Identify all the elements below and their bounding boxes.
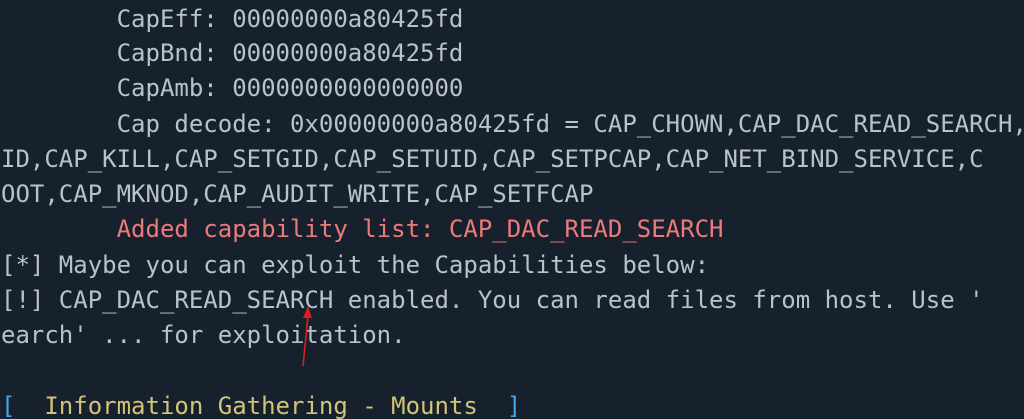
section-title: Information Gathering - Mounts <box>15 392 507 419</box>
cap-dac-enabled-line: [!] CAP_DAC_READ_SEARCH enabled. You can… <box>1 286 984 314</box>
added-capability-line: Added capability list: CAP_DAC_READ_SEAR… <box>1 215 724 243</box>
cap-decode-end-line: OOT,CAP_MKNOD,CAP_AUDIT_WRITE,CAP_SETFCA… <box>1 180 594 208</box>
section-close-bracket: ] <box>506 392 522 419</box>
cap-decode-continuation-line: ID,CAP_KILL,CAP_SETGID,CAP_SETUID,CAP_SE… <box>1 145 984 173</box>
capamb-line: CapAmb: 0000000000000000 <box>1 74 464 102</box>
capbnd-line: CapBnd: 00000000a80425fd <box>1 39 464 67</box>
terminal-window[interactable]: CapEff: 00000000a80425fd CapBnd: 0000000… <box>0 0 1024 419</box>
capeff-line: CapEff: 00000000a80425fd <box>1 5 464 33</box>
cap-decode-line: Cap decode: 0x00000000a80425fd = CAP_CHO… <box>116 110 1024 138</box>
section-open-bracket: [ <box>1 392 16 419</box>
exploitation-line: earch' ... for exploitation. <box>1 321 406 349</box>
maybe-exploit-line: [*] Maybe you can exploit the Capabiliti… <box>1 251 710 279</box>
section-header: [ Information Gathering - Mounts ] <box>1 394 521 418</box>
